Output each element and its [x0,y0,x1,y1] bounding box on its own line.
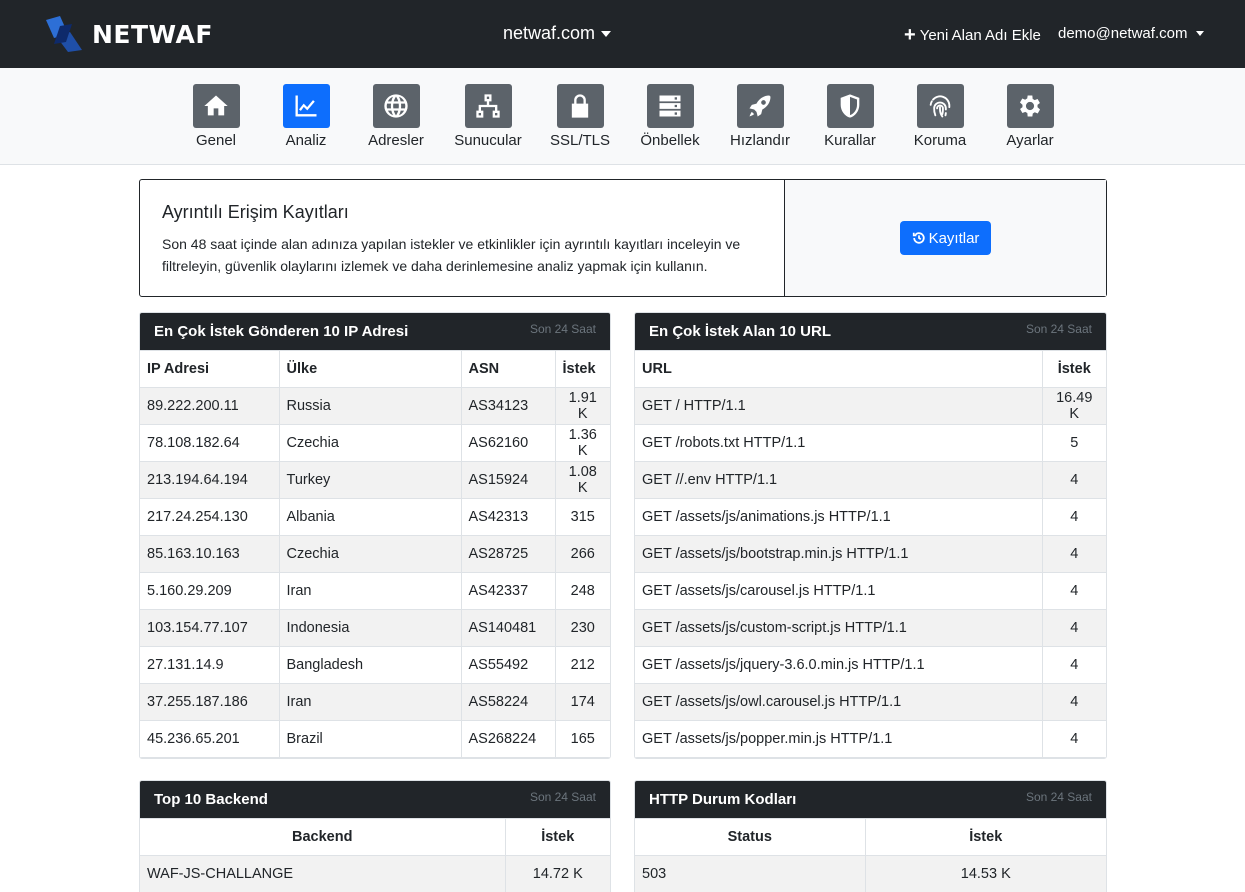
table-row: GET /assets/js/jquery-3.6.0.min.js HTTP/… [635,646,1106,684]
column-header[interactable]: URL [635,350,1043,388]
add-domain-button[interactable]: + Yeni Alan Adı Ekle [904,25,1041,45]
top-backend-table: Backend İstek WAF-JS-CHALLANGE 14.72 K [140,818,610,892]
top-ips-table: IP Adresi Ülke ASN İstek 89.222.200.11 Ru… [140,350,610,758]
nav-item-ssl-tls[interactable]: SSL/TLS [540,84,620,149]
plus-icon: + [904,24,916,46]
globe-icon [384,94,408,118]
top-urls-card: En Çok İstek Alan 10 URL Son 24 Saat URL… [634,312,1107,759]
nav-label: Adresler [368,132,424,149]
card-title: HTTP Durum Kodları [649,791,797,808]
table-row: GET /assets/js/owl.carousel.js HTTP/1.1 4 [635,683,1106,721]
nav-label: Hızlandır [729,132,791,149]
domain-selector[interactable]: netwaf.com [503,23,612,44]
brand-name: NETWAF [92,19,213,49]
chart-icon [295,95,317,117]
table-row: GET /assets/js/animations.js HTTP/1.1 4 [635,498,1106,536]
nav-label: Ayarlar [1006,132,1054,149]
nav-label: Koruma [913,132,967,149]
table-row: 78.108.182.64 Czechia AS62160 1.36 K [140,424,610,462]
logs-button-label: Kayıtlar [928,229,980,247]
top-ips-card: En Çok İstek Gönderen 10 IP Adresi Son 2… [139,312,611,759]
table-row: GET /assets/js/popper.min.js HTTP/1.1 4 [635,720,1106,758]
user-email: demo@netwaf.com [1058,25,1188,42]
nav-label: Analiz [285,132,327,149]
table-row: 217.24.254.130 Albania AS42313 315 [140,498,610,536]
card-period: Son 24 Saat [1025,322,1092,336]
column-header[interactable]: İstek [1041,350,1106,388]
card-title: En Çok İstek Gönderen 10 IP Adresi [154,323,409,340]
nav-item-hizlandir[interactable]: Hızlandır [720,84,800,149]
shield-icon [840,94,860,118]
access-logs-title: Ayrıntılı Erişim Kayıtları [162,202,349,222]
card-period: Son 24 Saat [529,790,596,804]
column-header[interactable]: İstek [864,818,1106,856]
user-menu[interactable]: demo@netwaf.com [1058,25,1205,42]
table-row: 103.154.77.107 Indonesia AS140481 230 [140,609,610,647]
table-row: 27.131.14.9 Bangladesh AS55492 212 [140,646,610,684]
nav-item-sunucular[interactable]: Sunucular [448,84,528,149]
logs-button[interactable]: Kayıtlar [899,221,992,255]
table-row: 85.163.10.163 Czechia AS28725 266 [140,535,610,573]
column-header[interactable]: İstek [554,350,610,388]
access-logs-card: Ayrıntılı Erişim Kayıtları Son 48 saat i… [139,179,1107,297]
nav-item-analiz[interactable]: Analiz [266,84,346,149]
column-header[interactable]: IP Adresi [140,350,280,388]
gear-icon [1019,95,1041,117]
nav-item-kurallar[interactable]: Kurallar [810,84,890,149]
nav-item-koruma[interactable]: Koruma [900,84,980,149]
table-row: 5.160.29.209 Iran AS42337 248 [140,572,610,610]
top-backend-card: Top 10 Backend Son 24 Saat Backend İstek… [139,780,611,892]
card-title: En Çok İstek Alan 10 URL [649,323,831,340]
table-row: 37.255.187.186 Iran AS58224 174 [140,683,610,721]
nav-label: Kurallar [824,132,876,149]
nav-label: Genel [195,132,237,149]
top-urls-table: URL İstek GET / HTTP/1.1 16.49 K GET /rob… [635,350,1106,758]
card-period: Son 24 Saat [1025,790,1092,804]
top-navbar: NETWAF netwaf.com + Yeni Alan Adı Ekle d… [0,0,1245,68]
table-row: 503 14.53 K [635,855,1106,892]
nav-item-genel[interactable]: Genel [176,84,256,149]
nav-label: SSL/TLS [549,132,611,149]
table-row: GET / HTTP/1.1 16.49 K [635,387,1106,425]
nav-item-onbellek[interactable]: Önbellek [630,84,710,149]
table-row: 213.194.64.194 Turkey AS15924 1.08 K [140,461,610,499]
fingerprint-icon [929,95,951,118]
table-row: GET /assets/js/custom-script.js HTTP/1.1… [635,609,1106,647]
column-header[interactable]: İstek [504,818,610,856]
chevron-down-icon [1196,31,1205,36]
nav-item-ayarlar[interactable]: Ayarlar [990,84,1070,149]
table-row: 89.222.200.11 Russia AS34123 1.91 K [140,387,610,425]
brand-logo[interactable]: NETWAF [42,14,213,54]
table-row: GET /robots.txt HTTP/1.1 5 [635,424,1106,462]
column-header[interactable]: Ülke [278,350,462,388]
column-header[interactable]: Backend [140,818,506,856]
nav-label: Önbellek [640,132,700,149]
network-icon [476,94,500,118]
table-row: 45.236.65.201 Brazil AS268224 165 [140,720,610,758]
http-status-table: Status İstek 503 14.53 K [635,818,1106,892]
nav-label: Sunucular [454,132,522,149]
section-nav: Genel Analiz Adresler Sunucular SSL/TLS … [0,68,1245,165]
domain-selector-label: netwaf.com [503,23,596,43]
home-icon [204,95,228,116]
lock-icon [571,94,589,118]
history-icon [912,232,925,244]
add-domain-label: Yeni Alan Adı Ekle [919,26,1041,44]
column-header[interactable]: Status [635,818,866,856]
card-period: Son 24 Saat [529,322,596,336]
table-row: WAF-JS-CHALLANGE 14.72 K [140,855,610,892]
access-logs-description: Son 48 saat içinde alan adınıza yapılan … [162,236,741,274]
nav-item-adresler[interactable]: Adresler [356,84,436,149]
table-row: GET //.env HTTP/1.1 4 [635,461,1106,499]
http-status-card: HTTP Durum Kodları Son 24 Saat Status İs… [634,780,1107,892]
card-title: Top 10 Backend [154,791,268,808]
column-header[interactable]: ASN [460,350,556,388]
server-icon [659,95,681,117]
chevron-down-icon [601,30,612,37]
table-row: GET /assets/js/bootstrap.min.js HTTP/1.1… [635,535,1106,573]
table-row: GET /assets/js/carousel.js HTTP/1.1 4 [635,572,1106,610]
rocket-icon [749,95,771,117]
netwaf-logo-icon [46,16,82,52]
